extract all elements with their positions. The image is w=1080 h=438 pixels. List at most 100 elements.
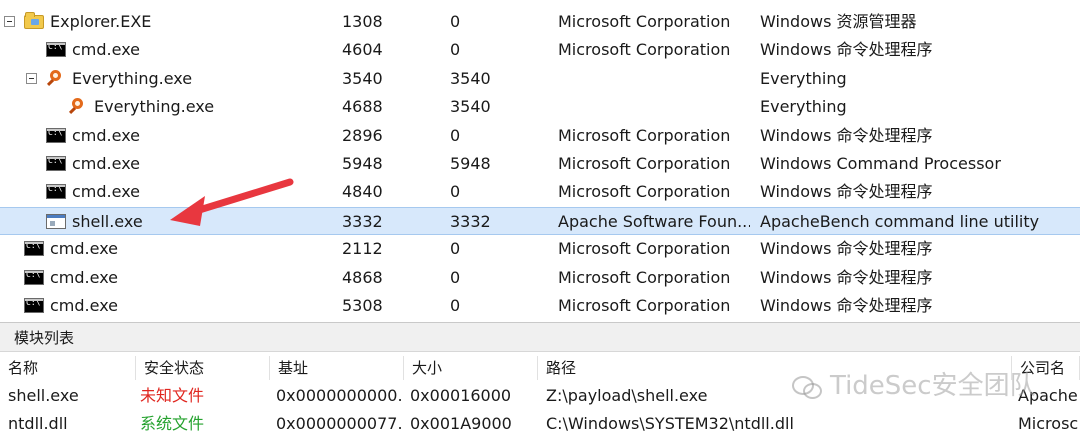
collapse-toggle-icon[interactable] — [26, 72, 37, 84]
cmd-icon — [24, 241, 44, 257]
module-base-address: 0x0000000000... — [276, 386, 404, 405]
process-description: Windows 命令处理程序 — [760, 40, 933, 60]
process-row[interactable]: Explorer.EXE 1308 0 Microsoft Corporation Wi… — [0, 8, 1080, 36]
process-pid: 3540 — [342, 68, 383, 88]
wechat-icon — [792, 374, 822, 400]
process-ppid: 0 — [450, 239, 461, 259]
process-row[interactable]: cmd.exe 4604 0 Microsoft Corporation Windows… — [0, 36, 1080, 64]
process-company — [558, 65, 750, 93]
module-size: 0x001A9000 — [410, 414, 512, 433]
process-ppid: 3332 — [450, 211, 491, 231]
process-row[interactable]: cmd.exe 2896 0 Microsoft Corporation Windows… — [0, 122, 1080, 150]
module-list-header: 模块列表 — [0, 322, 1080, 352]
process-name: cmd.exe — [50, 296, 119, 315]
process-ppid: 3540 — [450, 97, 491, 117]
app-window-icon — [46, 213, 66, 229]
column-header-base-address[interactable]: 基址 — [270, 356, 404, 380]
process-ppid: 0 — [450, 125, 461, 145]
process-pid: 3332 — [342, 211, 383, 231]
process-description: Windows 资源管理器 — [760, 12, 917, 31]
process-company: Apache Software Foun... — [558, 211, 750, 231]
process-name: cmd.exe — [72, 154, 141, 173]
process-row[interactable]: Everything.exe 3540 3540 Everything — [0, 65, 1080, 93]
process-row[interactable]: shell.exe 3332 3332 Apache Software Foun...… — [0, 206, 1080, 235]
search-icon — [46, 69, 64, 88]
process-name: cmd.exe — [72, 125, 141, 145]
process-ppid: 3540 — [450, 68, 491, 88]
cmd-icon — [46, 184, 66, 200]
collapse-toggle-icon[interactable] — [4, 16, 15, 27]
module-base-address: 0x0000000077... — [276, 414, 404, 433]
module-name: shell.exe — [8, 386, 79, 405]
process-pid: 1308 — [342, 12, 383, 31]
process-row[interactable]: cmd.exe 2112 0 Microsoft Corporation Windows… — [0, 235, 1080, 263]
process-name: cmd.exe — [50, 239, 119, 259]
process-name: cmd.exe — [50, 267, 119, 287]
process-pid: 5308 — [342, 296, 383, 315]
process-company: Microsoft Corporation — [558, 40, 731, 60]
process-pid: 2112 — [342, 239, 383, 259]
process-description: ApacheBench command line utility — [760, 211, 1040, 231]
module-company: Microsc — [1018, 414, 1079, 433]
module-size: 0x00016000 — [410, 386, 512, 405]
process-name: cmd.exe — [72, 182, 141, 202]
search-icon — [68, 98, 86, 116]
column-header-security-status[interactable]: 安全状态 — [136, 356, 270, 380]
process-ppid: 0 — [450, 40, 461, 60]
process-pid: 4688 — [342, 97, 383, 117]
module-row[interactable]: ntdll.dll 系统文件 0x0000000077... 0x001A9000 C:… — [0, 410, 1080, 438]
process-name: Everything.exe — [72, 68, 193, 88]
watermark: TideSec安全团队 — [792, 366, 1036, 406]
module-security-status: 未知文件 — [140, 386, 205, 405]
process-name: cmd.exe — [72, 40, 141, 60]
process-ppid: 0 — [450, 296, 461, 315]
process-row[interactable]: cmd.exe 5948 5948 Microsoft Corporation Wind… — [0, 150, 1080, 178]
process-description: Everything — [760, 68, 847, 88]
column-header-name[interactable]: 名称 — [0, 356, 136, 380]
module-security-status: 系统文件 — [140, 414, 205, 433]
cmd-icon — [46, 127, 66, 143]
process-ppid: 0 — [450, 12, 461, 31]
folder-icon — [24, 12, 44, 29]
process-name: Everything.exe — [94, 97, 215, 117]
process-description: Everything — [760, 97, 847, 117]
cmd-icon — [46, 156, 66, 171]
process-company: Microsoft Corporation — [558, 182, 731, 202]
process-ppid: 5948 — [450, 154, 491, 173]
process-company: Microsoft Corporation — [558, 12, 731, 31]
process-row[interactable]: Everything.exe 4688 3540 Everything — [0, 93, 1080, 121]
process-description: Windows 命令处理程序 — [760, 296, 933, 315]
process-name: shell.exe — [72, 211, 143, 231]
process-pid: 4868 — [342, 267, 383, 287]
process-description: Windows 命令处理程序 — [760, 182, 933, 202]
watermark-text: TideSec安全团队 — [830, 371, 1036, 401]
process-company: Microsoft Corporation — [558, 125, 731, 145]
process-row[interactable]: cmd.exe 5308 0 Microsoft Corporation Windows… — [0, 292, 1080, 320]
process-tree-scroll-remnant — [0, 0, 1080, 6]
module-path: C:\Windows\SYSTEM32\ntdll.dll — [546, 414, 794, 433]
cmd-icon — [24, 298, 44, 313]
process-ppid: 0 — [450, 267, 461, 287]
module-list-title: 模块列表 — [14, 329, 75, 347]
process-description: Windows 命令处理程序 — [760, 239, 933, 259]
process-row[interactable]: cmd.exe 4868 0 Microsoft Corporation Windows… — [0, 264, 1080, 292]
process-company: Microsoft Corporation — [558, 267, 731, 287]
process-company: Microsoft Corporation — [558, 154, 731, 173]
process-company: Microsoft Corporation — [558, 239, 731, 259]
process-pid: 2896 — [342, 125, 383, 145]
process-description: Windows Command Processor — [760, 154, 1001, 173]
process-name: Explorer.EXE — [50, 12, 152, 31]
process-company — [558, 93, 750, 121]
process-pid: 4840 — [342, 182, 383, 202]
process-company: Microsoft Corporation — [558, 296, 731, 315]
process-pid: 5948 — [342, 154, 383, 173]
process-row[interactable]: cmd.exe 4840 0 Microsoft Corporation Windows… — [0, 178, 1080, 206]
process-tree: Explorer.EXE 1308 0 Microsoft Corporation Wi… — [0, 0, 1080, 322]
cmd-icon — [46, 42, 66, 58]
process-ppid: 0 — [450, 182, 461, 202]
column-header-size[interactable]: 大小 — [404, 356, 538, 380]
cmd-icon — [24, 269, 44, 285]
module-name: ntdll.dll — [8, 414, 68, 433]
process-description: Windows 命令处理程序 — [760, 125, 933, 145]
process-pid: 4604 — [342, 40, 383, 60]
